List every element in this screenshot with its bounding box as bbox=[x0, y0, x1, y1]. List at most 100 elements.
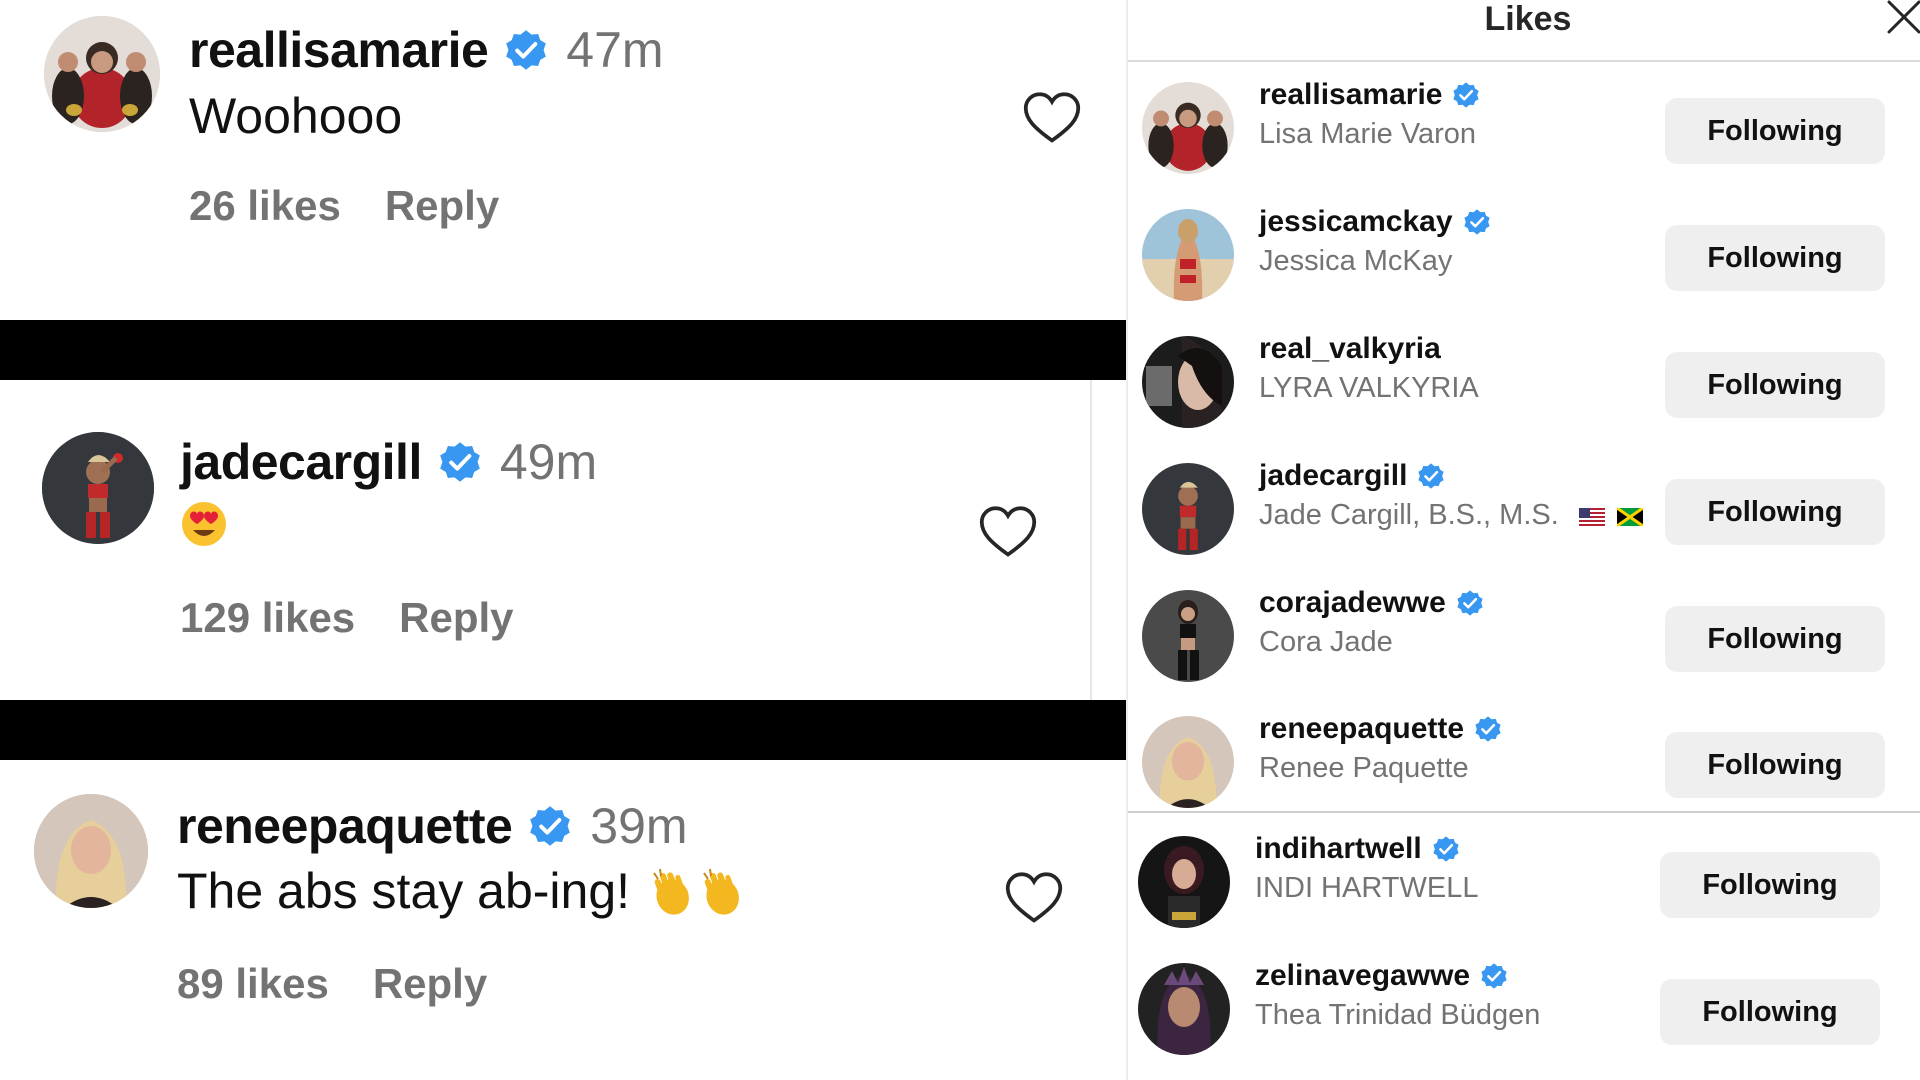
close-icon[interactable] bbox=[1883, 0, 1920, 38]
comment-time: 39m bbox=[590, 798, 688, 854]
following-button[interactable]: Following bbox=[1665, 225, 1885, 291]
comment-time: 49m bbox=[499, 434, 598, 490]
like-heart-icon[interactable] bbox=[1022, 90, 1082, 146]
avatar[interactable] bbox=[1142, 336, 1234, 428]
verified-badge-icon bbox=[438, 440, 482, 484]
divider bbox=[1128, 60, 1920, 62]
comment-likes-count[interactable]: 89 likes bbox=[177, 960, 329, 1008]
comment-header: reneepaquette 39m bbox=[177, 796, 688, 856]
us-flag-icon bbox=[1578, 507, 1605, 526]
comment-text: Woohooo bbox=[189, 86, 402, 146]
verified-badge-icon bbox=[1452, 81, 1480, 109]
like-list-item[interactable]: reneepaquette Renee Paquette Following bbox=[1128, 706, 1920, 816]
comment-header: jadecargill 49m bbox=[180, 432, 597, 492]
comment-text-value: The abs stay ab-ing! bbox=[177, 863, 631, 919]
following-button[interactable]: Following bbox=[1665, 352, 1885, 418]
like-heart-icon[interactable] bbox=[978, 504, 1038, 560]
like-list-item[interactable]: jessicamckay Jessica McKay Following bbox=[1128, 199, 1920, 309]
like-username-line: jessicamckay bbox=[1259, 205, 1491, 239]
comment-text-value: Woohooo bbox=[189, 88, 403, 144]
avatar[interactable] bbox=[1142, 716, 1234, 808]
like-list-item[interactable]: indihartwell INDI HARTWELL Following bbox=[1128, 826, 1920, 936]
verified-badge-icon bbox=[1456, 589, 1484, 617]
like-list-item[interactable]: corajadewwe Cora Jade Following bbox=[1128, 580, 1920, 690]
comment-item: reneepaquette 39m The abs stay ab-ing! 8… bbox=[0, 760, 1126, 1080]
like-full-name: Thea Trinidad Büdgen bbox=[1255, 999, 1541, 1031]
likes-title: Likes bbox=[1484, 0, 1572, 38]
comment-likes-count[interactable]: 26 likes bbox=[189, 182, 341, 230]
like-list-item[interactable]: zelinavegawwe Thea Trinidad Büdgen Follo… bbox=[1128, 953, 1920, 1063]
avatar[interactable] bbox=[1142, 82, 1234, 174]
reply-button[interactable]: Reply bbox=[399, 594, 513, 642]
comment-meta: 26 likes Reply bbox=[189, 182, 499, 230]
avatar[interactable] bbox=[44, 16, 160, 132]
following-button[interactable]: Following bbox=[1665, 606, 1885, 672]
like-heart-icon[interactable] bbox=[1004, 870, 1064, 926]
comment-header: reallisamarie 47m bbox=[189, 20, 664, 80]
like-username-line: zelinavegawwe bbox=[1255, 959, 1508, 993]
like-list-item[interactable]: real_valkyria LYRA VALKYRIA Following bbox=[1128, 326, 1920, 436]
verified-badge-icon bbox=[528, 804, 572, 848]
separator-bar bbox=[0, 320, 1126, 380]
like-username[interactable]: jessicamckay bbox=[1259, 205, 1453, 239]
verified-badge-icon bbox=[504, 28, 548, 72]
like-full-name: Jessica McKay bbox=[1259, 245, 1453, 277]
avatar[interactable] bbox=[42, 432, 154, 544]
like-username-line: jadecargill bbox=[1259, 459, 1445, 493]
like-username[interactable]: zelinavegawwe bbox=[1255, 959, 1470, 993]
avatar[interactable] bbox=[34, 794, 148, 908]
comment-time: 47m bbox=[566, 22, 664, 78]
heart-eyes-emoji-icon bbox=[180, 500, 228, 560]
like-full-name: LYRA VALKYRIA bbox=[1259, 372, 1479, 404]
comment-username[interactable]: jadecargill bbox=[180, 433, 422, 491]
verified-badge-icon bbox=[1480, 962, 1508, 990]
avatar[interactable] bbox=[1142, 463, 1234, 555]
like-list-item[interactable]: jadecargill Jade Cargill, B.S., M.S. Fol… bbox=[1128, 453, 1920, 563]
like-username[interactable]: real_valkyria bbox=[1259, 332, 1441, 366]
following-button[interactable]: Following bbox=[1660, 979, 1880, 1045]
likes-panel: Likes reallisamarie Lisa Marie Varon Fol… bbox=[1126, 0, 1920, 1080]
comment-username[interactable]: reallisamarie bbox=[189, 21, 489, 79]
reply-button[interactable]: Reply bbox=[373, 960, 487, 1008]
like-full-name: Jade Cargill, B.S., M.S. bbox=[1259, 499, 1643, 532]
divider bbox=[1128, 811, 1920, 813]
comment-meta: 129 likes Reply bbox=[180, 594, 514, 642]
like-username-line: corajadewwe bbox=[1259, 586, 1484, 620]
like-list-item[interactable]: reallisamarie Lisa Marie Varon Following bbox=[1128, 72, 1920, 182]
comment-item: reallisamarie 47m Woohooo 26 likes Reply bbox=[0, 0, 1126, 320]
comment-text: The abs stay ab-ing! bbox=[177, 861, 750, 921]
like-full-name: Cora Jade bbox=[1259, 626, 1393, 658]
like-username[interactable]: indihartwell bbox=[1255, 832, 1422, 866]
verified-badge-icon bbox=[1474, 715, 1502, 743]
like-username[interactable]: reallisamarie bbox=[1259, 78, 1442, 112]
jamaica-flag-icon bbox=[1616, 507, 1643, 526]
like-username-line: indihartwell bbox=[1255, 832, 1460, 866]
comment-item: jadecargill 49m 129 likes Reply bbox=[0, 380, 1126, 700]
like-username[interactable]: jadecargill bbox=[1259, 459, 1407, 493]
avatar[interactable] bbox=[1138, 836, 1230, 928]
verified-badge-icon bbox=[1417, 462, 1445, 490]
comment-text bbox=[180, 500, 228, 560]
comment-likes-count[interactable]: 129 likes bbox=[180, 594, 355, 642]
flags bbox=[1573, 503, 1643, 529]
comment-meta: 89 likes Reply bbox=[177, 960, 487, 1008]
verified-badge-icon bbox=[1463, 208, 1491, 236]
comment-username[interactable]: reneepaquette bbox=[177, 797, 513, 855]
like-full-name-text: Jade Cargill, B.S., M.S. bbox=[1259, 499, 1559, 531]
like-full-name: Lisa Marie Varon bbox=[1259, 118, 1477, 150]
avatar[interactable] bbox=[1142, 590, 1234, 682]
like-username-line: reallisamarie bbox=[1259, 78, 1480, 112]
separator-bar bbox=[0, 700, 1126, 760]
following-button[interactable]: Following bbox=[1660, 852, 1880, 918]
like-username-line: real_valkyria bbox=[1259, 332, 1441, 366]
like-username[interactable]: reneepaquette bbox=[1259, 712, 1464, 746]
comments-section: reallisamarie 47m Woohooo 26 likes Reply bbox=[0, 0, 1126, 1080]
like-full-name: Renee Paquette bbox=[1259, 752, 1469, 784]
following-button[interactable]: Following bbox=[1665, 732, 1885, 798]
like-username[interactable]: corajadewwe bbox=[1259, 586, 1446, 620]
avatar[interactable] bbox=[1138, 963, 1230, 1055]
avatar[interactable] bbox=[1142, 209, 1234, 301]
following-button[interactable]: Following bbox=[1665, 98, 1885, 164]
following-button[interactable]: Following bbox=[1665, 479, 1885, 545]
reply-button[interactable]: Reply bbox=[385, 182, 499, 230]
